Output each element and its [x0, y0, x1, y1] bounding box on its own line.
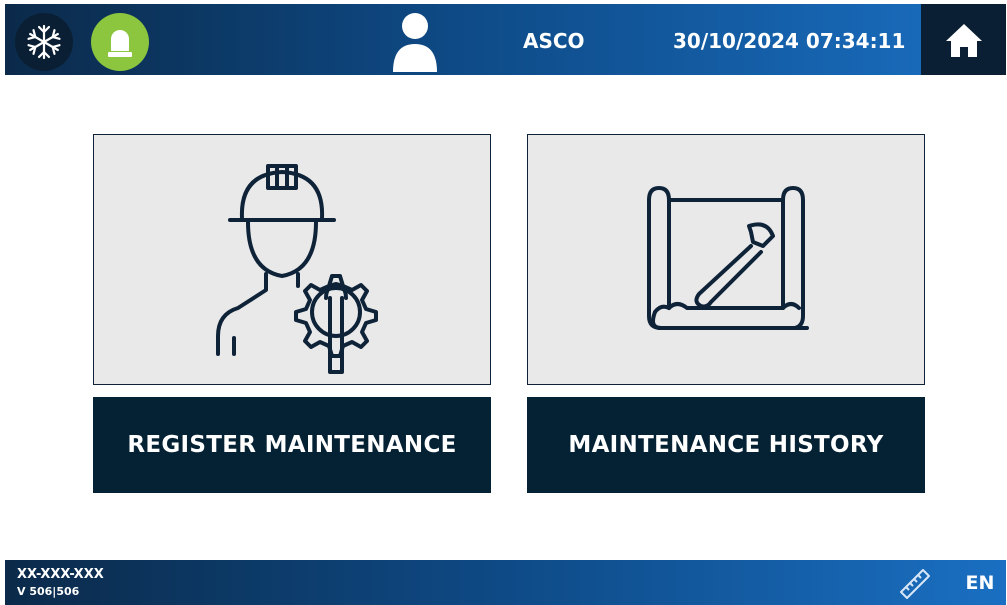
refrigeration-status-button[interactable]: [15, 13, 73, 71]
blueprint-wrench-icon: [647, 185, 809, 330]
warning-beacon-icon: [108, 30, 132, 57]
alarm-beacon-button[interactable]: [91, 13, 149, 71]
ruler-icon[interactable]: [897, 566, 933, 602]
maintenance-history-label: MAINTENANCE HISTORY: [568, 432, 884, 458]
home-icon: [945, 23, 982, 57]
register-maintenance-tile[interactable]: [93, 134, 491, 385]
home-button[interactable]: [921, 4, 1006, 75]
software-version: V 506|506: [17, 585, 80, 598]
user-icon: [393, 13, 437, 72]
maintenance-history-tile[interactable]: [527, 134, 925, 385]
top-bar: ASCO 30/10/2024 07:34:11: [5, 4, 1006, 75]
date-time: 30/10/2024 07:34:11: [673, 29, 906, 53]
machine-serial: XX-XXX-XXX: [17, 567, 104, 582]
register-maintenance-label: REGISTER MAINTENANCE: [127, 432, 457, 458]
language-selector[interactable]: EN: [960, 569, 1000, 597]
bottom-bar: XX-XXX-XXX V 506|506 EN: [5, 560, 1006, 605]
snowflake-icon: [26, 24, 62, 60]
maintenance-history-button[interactable]: MAINTENANCE HISTORY: [527, 397, 925, 493]
current-user-name: ASCO: [523, 29, 585, 53]
maintenance-worker-gear-icon: [216, 163, 378, 374]
register-maintenance-button[interactable]: REGISTER MAINTENANCE: [93, 397, 491, 493]
